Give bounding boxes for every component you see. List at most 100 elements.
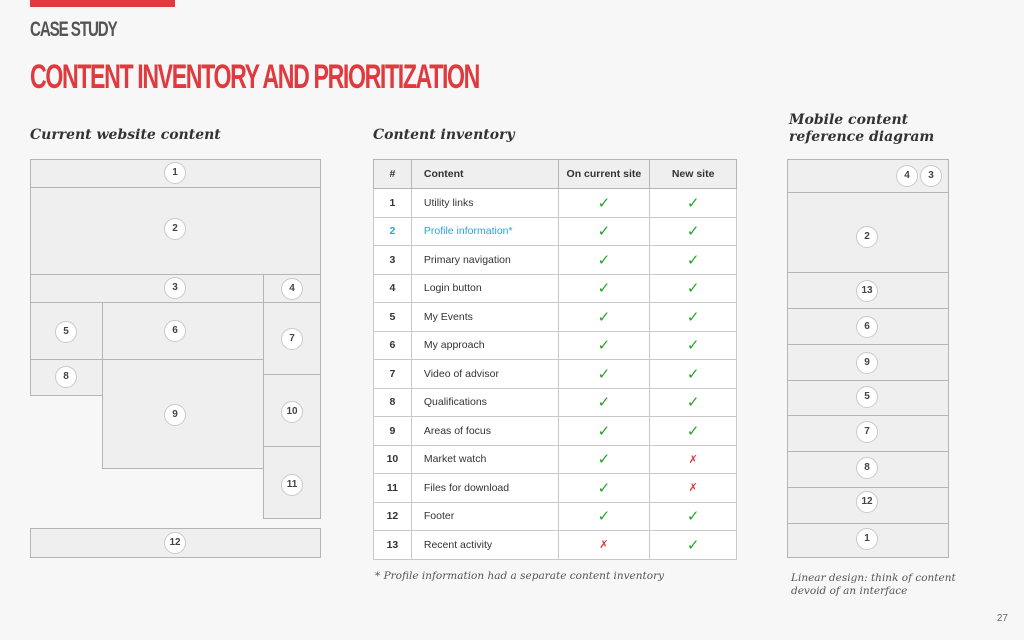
wireframe-block-3 (30, 274, 264, 303)
row-current-site: ✓ (557, 473, 651, 503)
mobile-label: 6 (856, 316, 878, 338)
row-new-site: ✓ (649, 359, 737, 389)
table-row: 4 Login button ✓ ✓ (373, 273, 737, 303)
check-icon: ✓ (686, 364, 700, 383)
row-number: 12 (373, 501, 412, 531)
check-icon: ✓ (597, 450, 611, 469)
row-number: 2 (373, 216, 412, 246)
row-content: Utility links (410, 188, 559, 218)
mobile-label: 13 (856, 280, 878, 302)
row-new-site: ✗ (649, 444, 737, 474)
row-new-site: ✓ (649, 273, 737, 303)
mobile-row: 8 (788, 451, 948, 487)
row-content: Recent activity (410, 530, 559, 560)
row-number: 13 (373, 530, 412, 560)
content-inventory-table: # Content On current site New site 1 Util… (373, 159, 737, 560)
table-row: 8 Qualifications ✓ ✓ (373, 387, 737, 417)
cross-icon: ✗ (688, 452, 698, 466)
table-row: 6 My approach ✓ ✓ (373, 330, 737, 360)
check-icon: ✓ (597, 507, 611, 526)
check-icon: ✓ (597, 364, 611, 383)
row-new-site: ✗ (649, 473, 737, 503)
wireframe-label: 11 (281, 474, 303, 496)
wireframe-label: 10 (281, 401, 303, 423)
column-header-current-site: On current site (557, 159, 651, 189)
table-row: 10 Market watch ✓ ✗ (373, 444, 737, 474)
mobile-label: 4 (896, 165, 918, 187)
mobile-row: 9 (788, 344, 948, 380)
row-number: 5 (373, 302, 412, 332)
check-icon: ✓ (686, 222, 700, 241)
table-row: 2 Profile information* ✓ ✓ (373, 216, 737, 246)
wireframe-label: 4 (281, 278, 303, 300)
row-current-site: ✓ (557, 444, 651, 474)
row-current-site: ✓ (557, 188, 651, 218)
row-content: Video of advisor (410, 359, 559, 389)
row-current-site: ✓ (557, 330, 651, 360)
wireframe-label: 3 (164, 277, 186, 299)
table-row: 11 Files for download ✓ ✗ (373, 473, 737, 503)
wireframe-label: 1 (164, 162, 186, 184)
mobile-row: 2 (788, 192, 948, 272)
row-new-site: ✓ (649, 245, 737, 275)
check-icon: ✓ (686, 250, 700, 269)
row-current-site: ✓ (557, 416, 651, 446)
page-title: CONTENT INVENTORY AND PRIORITIZATION (30, 58, 480, 96)
row-number: 7 (373, 359, 412, 389)
row-new-site: ✓ (649, 501, 737, 531)
row-content: Market watch (410, 444, 559, 474)
row-content: Footer (410, 501, 559, 531)
row-new-site: ✓ (649, 188, 737, 218)
section-kicker: CASE STUDY (30, 18, 118, 41)
row-content: Files for download (410, 473, 559, 503)
wireframe-label: 6 (164, 320, 186, 342)
mobile-row: 1 (788, 523, 948, 558)
column-header-new-site: New site (649, 159, 737, 189)
mobile-label: 1 (856, 528, 878, 550)
mobile-row: 12 (788, 487, 948, 523)
row-content: Primary navigation (410, 245, 559, 275)
mobile-row: 5 (788, 380, 948, 415)
mobile-label: 12 (856, 491, 878, 513)
cross-icon: ✗ (599, 538, 609, 552)
page-number: 27 (996, 613, 1008, 624)
row-content: Qualifications (410, 387, 559, 417)
table-row: 12 Footer ✓ ✓ (373, 501, 737, 531)
table-row: 5 My Events ✓ ✓ (373, 302, 737, 332)
row-number: 1 (373, 188, 412, 218)
current-content-heading: Current website content (30, 127, 221, 143)
inventory-footnote: * Profile information had a separate con… (375, 570, 665, 582)
mobile-label: 3 (920, 165, 942, 187)
row-new-site: ✓ (649, 216, 737, 246)
row-content: Profile information* (410, 216, 559, 246)
table-row: 7 Video of advisor ✓ ✓ (373, 359, 737, 389)
row-new-site: ✓ (649, 530, 737, 560)
check-icon: ✓ (597, 393, 611, 412)
inventory-heading: Content inventory (373, 127, 515, 143)
row-new-site: ✓ (649, 330, 737, 360)
check-icon: ✓ (686, 307, 700, 326)
row-current-site: ✓ (557, 387, 651, 417)
check-icon: ✓ (686, 393, 700, 412)
wireframe-label: 7 (281, 328, 303, 350)
check-icon: ✓ (686, 193, 700, 212)
row-content: Areas of focus (410, 416, 559, 446)
table-row: 9 Areas of focus ✓ ✓ (373, 416, 737, 446)
accent-bar (30, 0, 175, 7)
mobile-caption: Linear design: think of content devoid o… (791, 572, 956, 597)
row-number: 4 (373, 273, 412, 303)
check-icon: ✓ (686, 507, 700, 526)
mobile-label: 5 (856, 386, 878, 408)
row-number: 10 (373, 444, 412, 474)
mobile-label: 2 (856, 226, 878, 248)
column-header-number: # (373, 159, 412, 189)
wireframe-label: 8 (55, 366, 77, 388)
row-current-site: ✓ (557, 359, 651, 389)
mobile-heading: Mobile content reference diagram (789, 112, 935, 145)
table-row: 3 Primary navigation ✓ ✓ (373, 245, 737, 275)
row-content: My Events (410, 302, 559, 332)
row-content: My approach (410, 330, 559, 360)
check-icon: ✓ (686, 535, 700, 554)
row-number: 9 (373, 416, 412, 446)
check-icon: ✓ (597, 279, 611, 298)
